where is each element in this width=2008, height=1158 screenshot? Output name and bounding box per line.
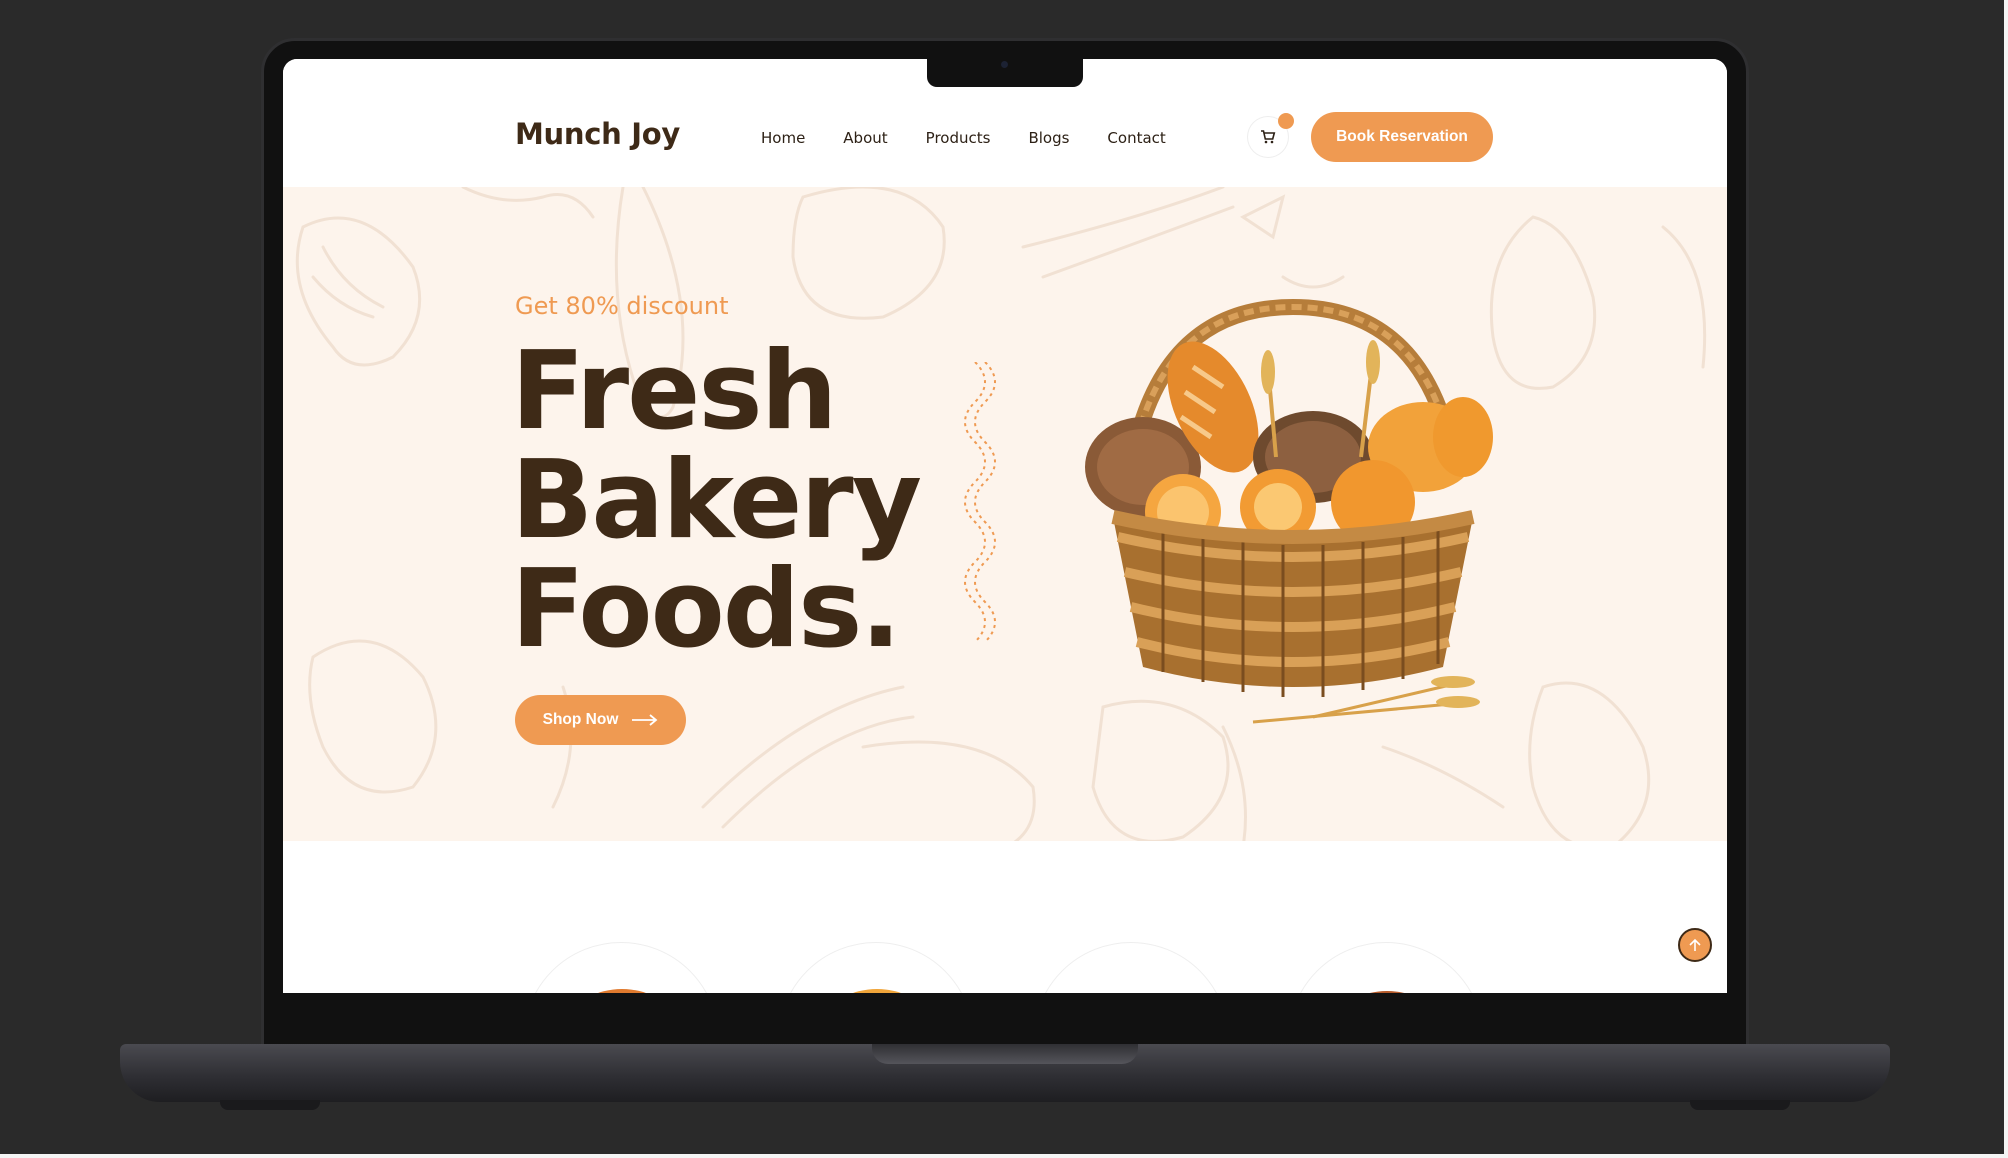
discount-text: Get 80% discount: [515, 292, 729, 320]
scroll-to-top-button[interactable]: [1678, 928, 1712, 962]
nav-products[interactable]: Products: [926, 129, 991, 147]
nav-home[interactable]: Home: [761, 129, 805, 147]
shop-now-label: Shop Now: [542, 711, 619, 728]
laptop-base: [120, 1044, 1890, 1102]
product-card-1[interactable]: [523, 942, 719, 993]
camera-notch: [927, 59, 1083, 87]
shop-now-button[interactable]: Shop Now: [515, 695, 686, 745]
arrow-up-icon: [1689, 938, 1701, 951]
dotted-squiggle-decoration: [964, 362, 996, 643]
product-card-4[interactable]: [1288, 942, 1484, 993]
browser-screen: Munch Joy Home About Products Blogs Cont…: [283, 59, 1727, 993]
laptop-foot-left: [220, 1100, 320, 1110]
bread-basket-image: [1085, 298, 1493, 724]
bread-icon: [598, 989, 646, 993]
hero-title-line-3: Foods.: [511, 547, 901, 672]
site-logo[interactable]: Munch Joy: [515, 117, 680, 151]
hero-title-line-1: Fresh: [511, 329, 838, 454]
hero-section: Get 80% discount Fresh Bakery Foods. Sho…: [283, 187, 1727, 841]
loaf-icon: [1369, 991, 1405, 993]
main-nav: Home About Products Blogs Contact: [761, 129, 1166, 147]
hero-title-line-2: Bakery: [511, 438, 922, 563]
cart-badge: [1278, 113, 1294, 129]
product-card-2[interactable]: [778, 942, 974, 993]
cart-icon: [1261, 130, 1276, 144]
bun-icon: [1082, 979, 1182, 993]
laptop-opening-notch: [872, 1044, 1138, 1064]
hero-title: Fresh Bakery Foods.: [511, 329, 922, 672]
book-reservation-button[interactable]: Book Reservation: [1311, 112, 1493, 162]
arrow-right-icon: [632, 714, 658, 726]
camera-icon: [1001, 61, 1008, 68]
muffin-icon: [853, 989, 901, 993]
nav-about[interactable]: About: [843, 129, 887, 147]
nav-blogs[interactable]: Blogs: [1028, 129, 1069, 147]
product-card-3[interactable]: [1033, 942, 1229, 993]
nav-contact[interactable]: Contact: [1107, 129, 1165, 147]
laptop-foot-right: [1690, 1100, 1790, 1110]
cart-button[interactable]: [1248, 113, 1294, 157]
